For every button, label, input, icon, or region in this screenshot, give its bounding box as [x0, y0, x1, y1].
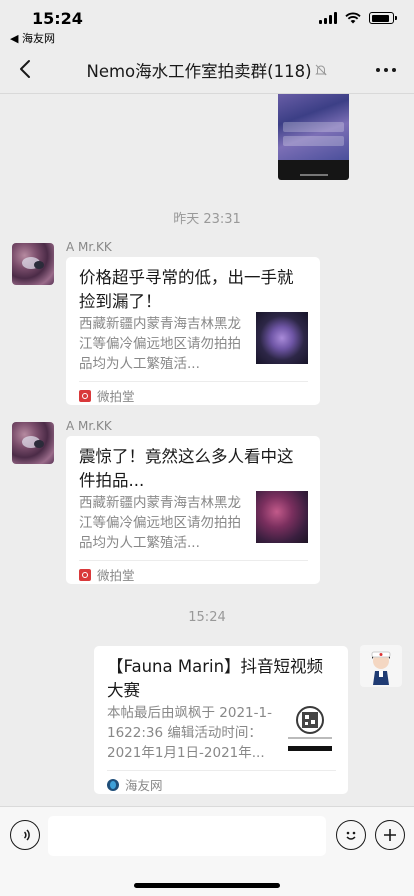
sender-name: A Mr.KK — [66, 419, 112, 433]
home-indicator — [134, 883, 280, 888]
wifi-icon — [345, 12, 361, 24]
card-description: 西藏新疆内蒙青海吉林黑龙江等偏冷偏远地区请勿拍拍品均为人工繁殖活... — [79, 495, 241, 551]
card-source-name: 微拍堂 — [97, 389, 135, 404]
card-description: 西藏新疆内蒙青海吉林黑龙江等偏冷偏远地区请勿拍拍品均为人工繁殖活... — [79, 316, 241, 372]
status-icons — [319, 12, 397, 24]
card-divider — [79, 381, 308, 382]
qr-code-icon — [288, 706, 332, 751]
status-time: 15:24 — [32, 9, 83, 28]
message-input[interactable] — [48, 816, 326, 856]
card-source-name: 海友网 — [125, 778, 163, 793]
card-thumbnail — [256, 312, 308, 364]
more-dots-icon[interactable] — [372, 60, 400, 80]
my-avatar[interactable] — [360, 645, 402, 687]
link-card-auction-1[interactable]: 价格超乎寻常的低，出一手就捡到漏了！ 西藏新疆内蒙青海吉林黑龙江等偏冷偏远地区请… — [66, 257, 320, 405]
sender-avatar[interactable] — [12, 243, 54, 285]
sender-avatar[interactable] — [12, 422, 54, 464]
timestamp: 昨天 23:31 — [173, 212, 241, 227]
haiyouwang-logo-icon — [107, 778, 119, 791]
chat-title: Nemo海水工作室拍卖群(118) — [86, 62, 312, 81]
card-divider — [107, 770, 336, 771]
plus-icon[interactable] — [375, 820, 405, 850]
card-source: 微拍堂 — [79, 386, 135, 405]
weipaitang-logo-icon — [79, 568, 91, 581]
timestamp: 15:24 — [188, 610, 226, 625]
bell-off-icon — [314, 64, 327, 76]
card-description: 本帖最后由飒枫于 2021-1-1622:36 编辑活动时间：2021年1月1日… — [107, 705, 272, 761]
weipaitang-logo-icon — [79, 389, 91, 402]
back-to-app-link[interactable]: ◀ 海友网 — [10, 30, 55, 46]
card-thumbnail — [256, 491, 308, 543]
battery-icon — [369, 12, 397, 24]
link-card-auction-2[interactable]: 震惊了！竟然这么多人看中这件拍品... 西藏新疆内蒙青海吉林黑龙江等偏冷偏远地区… — [66, 436, 320, 584]
card-thumbnail — [284, 701, 336, 753]
chat-header: Nemo海水工作室拍卖群(118) — [0, 46, 414, 94]
image-thumbnail — [278, 94, 349, 160]
card-divider — [79, 560, 308, 561]
input-bar — [0, 806, 414, 896]
emoji-icon[interactable] — [336, 820, 366, 850]
card-title: 价格超乎寻常的低，出一手就捡到漏了！ — [79, 268, 294, 311]
status-bar: 15:24 ◀ 海友网 — [0, 0, 414, 46]
signal-icon — [319, 12, 337, 24]
card-source: 海友网 — [107, 775, 163, 794]
chat-area[interactable]: 昨天 23:31 A Mr.KK 价格超乎寻常的低，出一手就捡到漏了！ 西藏新疆… — [0, 94, 414, 806]
card-source: 微拍堂 — [79, 565, 135, 584]
voice-icon[interactable] — [10, 820, 40, 850]
card-title: 震惊了！竟然这么多人看中这件拍品... — [79, 447, 294, 490]
card-source-name: 微拍堂 — [97, 568, 135, 583]
image-message[interactable] — [278, 94, 349, 180]
chat-title-wrap: Nemo海水工作室拍卖群(118) — [60, 58, 354, 82]
chevron-left-icon[interactable] — [14, 57, 38, 81]
sender-name: A Mr.KK — [66, 240, 112, 254]
link-card-fauna-marin[interactable]: 【Fauna Marin】抖音短视频大赛 本帖最后由飒枫于 2021-1-162… — [94, 646, 348, 794]
card-title: 【Fauna Marin】抖音短视频大赛 — [107, 657, 324, 700]
